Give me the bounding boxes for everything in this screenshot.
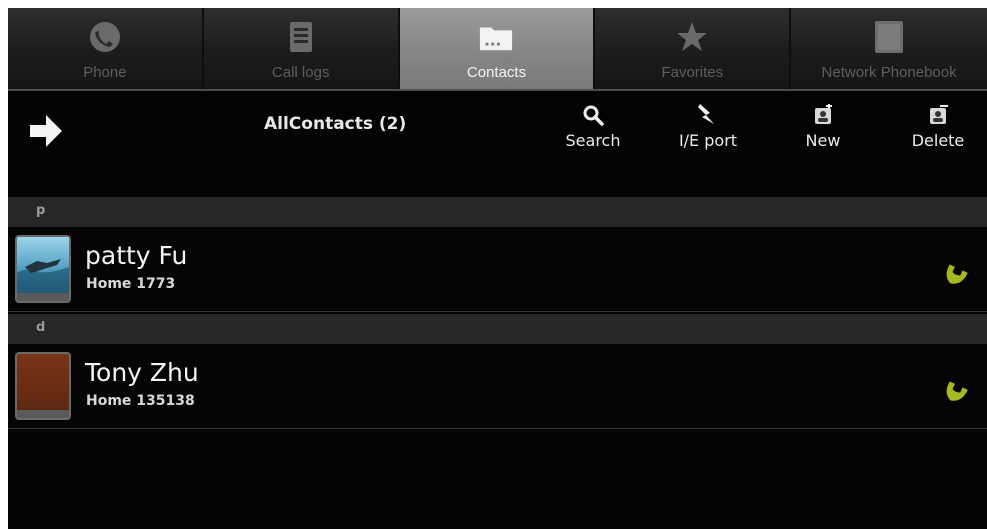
new-contact-icon xyxy=(811,103,835,127)
delete-contact-icon xyxy=(926,103,950,127)
call-button[interactable] xyxy=(938,370,972,404)
contacts-icon xyxy=(478,19,514,55)
star-icon xyxy=(674,19,710,55)
avatar xyxy=(15,352,71,420)
contact-row-patty-fu[interactable]: patty Fu Home 1773 xyxy=(8,229,987,312)
tab-contacts[interactable]: Contacts xyxy=(399,8,596,89)
tab-contacts-label: Contacts xyxy=(466,64,527,81)
delete-label: Delete xyxy=(911,131,965,150)
tab-call-logs[interactable]: Call logs xyxy=(203,8,400,89)
section-letter: d xyxy=(36,320,46,335)
tab-phone-label: Phone xyxy=(83,64,127,81)
phone-call-icon xyxy=(946,381,968,401)
toolbar: AllContacts (2) Search I/E port New Dele… xyxy=(8,91,987,169)
tab-favorites-label: Favorites xyxy=(661,64,724,81)
ie-port-button[interactable]: I/E port xyxy=(668,103,748,150)
section-letter: p xyxy=(36,203,46,218)
contacts-screen: Phone Call logs Contacts Favorites Netwo… xyxy=(8,8,987,529)
tab-bar: Phone Call logs Contacts Favorites Netwo… xyxy=(8,8,987,91)
phone-icon xyxy=(87,19,123,55)
search-icon xyxy=(581,103,605,127)
tab-phone[interactable]: Phone xyxy=(8,8,204,89)
list-title: AllContacts (2) xyxy=(264,114,407,134)
ie-port-label: I/E port xyxy=(678,131,738,150)
contact-name: Tony Zhu xyxy=(85,358,199,387)
search-button[interactable]: Search xyxy=(553,103,633,150)
contact-row-tony-zhu[interactable]: Tony Zhu Home 135138 xyxy=(8,346,987,429)
tab-favorites[interactable]: Favorites xyxy=(595,8,792,89)
new-button[interactable]: New xyxy=(783,103,863,150)
new-label: New xyxy=(805,131,841,150)
contact-detail: Home 135138 xyxy=(86,393,195,409)
import-export-icon xyxy=(696,103,720,127)
phone-call-icon xyxy=(946,264,968,284)
contact-name: patty Fu xyxy=(85,241,188,270)
section-header-p: p xyxy=(8,197,987,227)
delete-button[interactable]: Delete xyxy=(898,103,978,150)
call-logs-icon xyxy=(283,19,319,55)
section-header-d: d xyxy=(8,314,987,344)
tab-network-phonebook[interactable]: Network Phonebook xyxy=(791,8,987,89)
tab-network-phonebook-label: Network Phonebook xyxy=(821,64,957,81)
search-label: Search xyxy=(565,131,621,150)
arrow-right-icon[interactable] xyxy=(26,111,66,151)
tab-call-logs-label: Call logs xyxy=(271,64,330,81)
avatar xyxy=(15,235,71,303)
contact-detail: Home 1773 xyxy=(86,276,176,292)
network-phonebook-icon xyxy=(871,19,907,55)
call-button[interactable] xyxy=(938,253,972,287)
